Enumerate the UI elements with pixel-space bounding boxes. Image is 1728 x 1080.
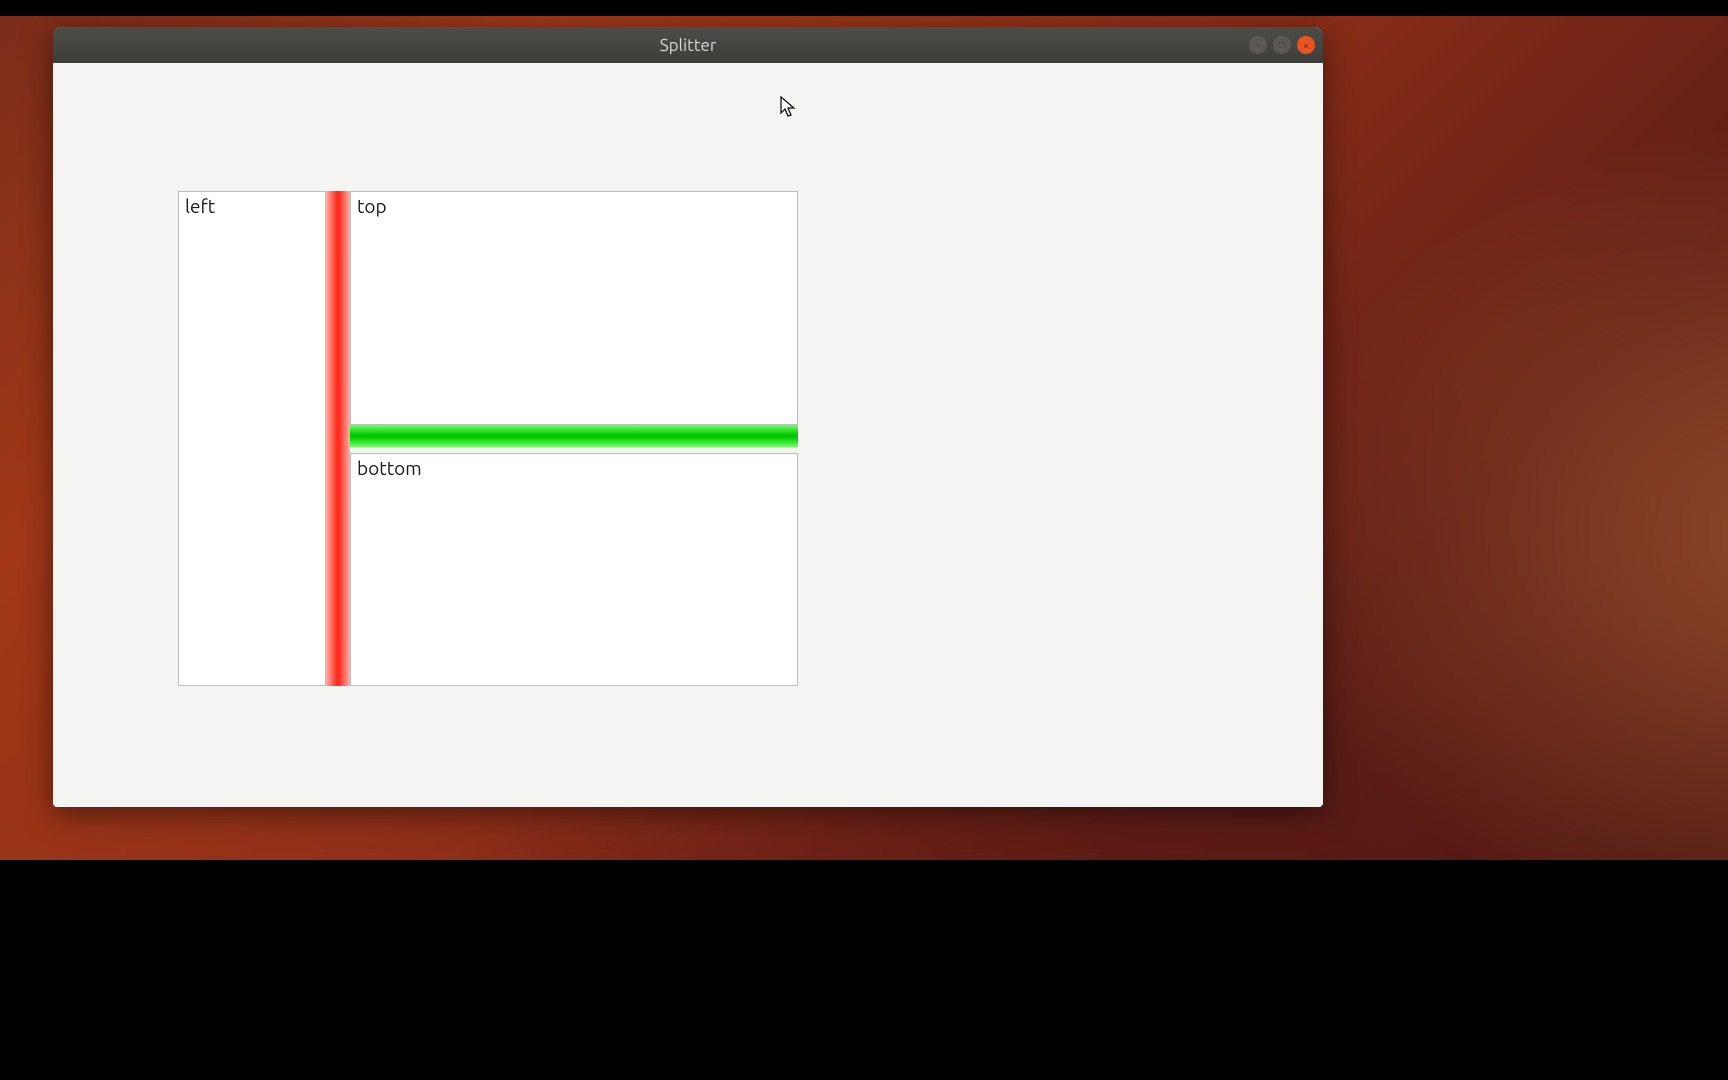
minimize-button[interactable]: –: [1249, 36, 1267, 54]
horizontal-splitter[interactable]: [350, 425, 798, 447]
letterbox-bottom: [0, 860, 1728, 1080]
left-pane-label: left: [185, 195, 215, 217]
close-button[interactable]: ×: [1297, 36, 1315, 54]
left-pane[interactable]: left: [178, 191, 326, 686]
window-title: Splitter: [660, 36, 717, 55]
client-area: left top bottom: [53, 63, 1323, 807]
window-controls: – □ ×: [1249, 36, 1315, 54]
app-window: Splitter – □ × left top bottom: [53, 27, 1323, 807]
bottom-pane[interactable]: bottom: [350, 453, 798, 686]
right-column: top bottom: [350, 191, 798, 686]
letterbox-top: [0, 0, 1728, 16]
bottom-pane-label: bottom: [357, 457, 422, 479]
top-pane-label: top: [357, 195, 387, 217]
maximize-button[interactable]: □: [1273, 36, 1291, 54]
vertical-splitter[interactable]: [326, 191, 350, 686]
top-pane[interactable]: top: [350, 191, 798, 425]
titlebar[interactable]: Splitter – □ ×: [53, 27, 1323, 64]
splitter-container: left top bottom: [178, 191, 798, 686]
